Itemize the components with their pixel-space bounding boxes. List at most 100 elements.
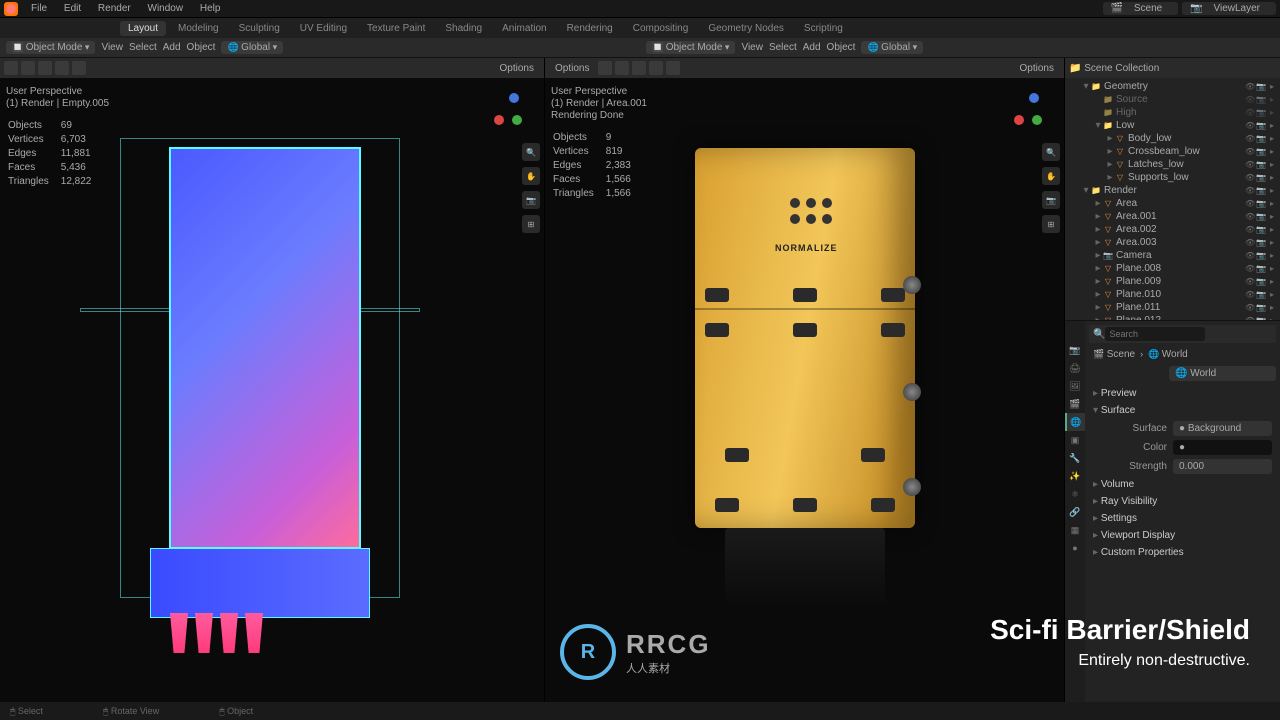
move-tool-icon[interactable] [632,61,646,75]
tab-scene-icon[interactable]: 🎬 [1065,395,1085,413]
menu-object-left[interactable]: Object [187,42,216,53]
scene-selector[interactable]: 🎬 Scene [1103,2,1179,15]
tree-row[interactable]: ▸▽Plane.011👁📷▸ [1065,301,1280,314]
tab-output-icon[interactable]: 🖨 [1065,359,1085,377]
tab-layout[interactable]: Layout [120,21,166,36]
panel-ray-visibility[interactable]: Ray Visibility [1093,493,1272,510]
tab-material-icon[interactable]: ● [1065,539,1085,557]
world-datablock[interactable]: 🌐 World [1169,366,1276,381]
tab-world-icon[interactable]: 🌐 [1065,413,1085,431]
menu-help[interactable]: Help [193,3,228,14]
tree-row[interactable]: ▸▽Area👁📷▸ [1065,197,1280,210]
pan-tool-icon[interactable]: ✋ [522,167,540,185]
nav-gizmo-left[interactable] [494,93,534,133]
panel-volume[interactable]: Volume [1093,476,1272,493]
tab-data-icon[interactable]: ▦ [1065,521,1085,539]
color-field[interactable]: ● [1173,440,1272,455]
select-tool-icon[interactable] [21,61,35,75]
zoom-tool-icon[interactable]: 🔍 [1042,143,1060,161]
tree-row[interactable]: ▸▽Plane.009👁📷▸ [1065,275,1280,288]
tab-animation[interactable]: Animation [494,21,554,36]
axis-z-icon[interactable] [1029,93,1039,103]
axis-x-icon[interactable] [494,115,504,125]
tab-modifier-icon[interactable]: 🔧 [1065,449,1085,467]
mode-dropdown-left[interactable]: 🔲 Object Mode ▾ [6,41,95,54]
panel-preview[interactable]: Preview [1093,385,1272,402]
cursor-tool-icon[interactable] [598,61,612,75]
menu-add-right[interactable]: Add [803,42,821,53]
tab-object-icon[interactable]: ▣ [1065,431,1085,449]
nav-gizmo-right[interactable] [1014,93,1054,133]
menu-select-left[interactable]: Select [129,42,157,53]
tree-row[interactable]: ▸▽Supports_low👁📷▸ [1065,171,1280,184]
tab-physics-icon[interactable]: ⚛ [1065,485,1085,503]
panel-surface[interactable]: Surface [1093,402,1272,419]
tab-render-icon[interactable]: 📷 [1065,341,1085,359]
scale-tool-icon[interactable] [666,61,680,75]
tab-particle-icon[interactable]: ✨ [1065,467,1085,485]
tab-geometry-nodes[interactable]: Geometry Nodes [700,21,792,36]
tree-row[interactable]: ▸▽Area.002👁📷▸ [1065,223,1280,236]
menu-window[interactable]: Window [141,3,191,14]
pan-tool-icon[interactable]: ✋ [1042,167,1060,185]
rotate-tool-icon[interactable] [649,61,663,75]
persp-tool-icon[interactable]: ⊞ [522,215,540,233]
axis-y-icon[interactable] [1032,115,1042,125]
menu-render[interactable]: Render [91,3,138,14]
select-tool-icon[interactable] [615,61,629,75]
tab-rendering[interactable]: Rendering [559,21,621,36]
panel-viewport-display[interactable]: Viewport Display [1093,527,1272,544]
properties-search-input[interactable] [1105,327,1205,341]
tab-shading[interactable]: Shading [437,21,490,36]
options-dropdown-left[interactable]: Options [494,61,540,76]
tree-row[interactable]: 📁Source👁📷▸ [1065,93,1280,106]
menu-select-right[interactable]: Select [769,42,797,53]
tab-constraint-icon[interactable]: 🔗 [1065,503,1085,521]
tree-row[interactable]: ▾📁Render👁📷▸ [1065,184,1280,197]
tab-scripting[interactable]: Scripting [796,21,851,36]
tree-row[interactable]: ▸▽Body_low👁📷▸ [1065,132,1280,145]
tree-row[interactable]: ▸▽Latches_low👁📷▸ [1065,158,1280,171]
tab-modeling[interactable]: Modeling [170,21,227,36]
panel-custom-properties[interactable]: Custom Properties [1093,544,1272,561]
menu-add-left[interactable]: Add [163,42,181,53]
tab-sculpting[interactable]: Sculpting [231,21,288,36]
tree-row[interactable]: ▾📁Geometry👁📷▸ [1065,80,1280,93]
tree-row[interactable]: ▸▽Plane.010👁📷▸ [1065,288,1280,301]
orientation-left[interactable]: 🌐 Global ▾ [221,41,283,54]
menu-edit[interactable]: Edit [57,3,88,14]
axis-y-icon[interactable] [512,115,522,125]
menu-file[interactable]: File [24,3,54,14]
viewlayer-selector[interactable]: 📷 ViewLayer [1182,2,1276,15]
viewport-right[interactable]: Options Options User Perspective (1) Ren… [545,58,1065,702]
tab-compositing[interactable]: Compositing [625,21,697,36]
surface-shader-dropdown[interactable]: ● Background [1173,421,1272,436]
menu-view-right[interactable]: View [741,42,763,53]
tree-row[interactable]: 📁High👁📷▸ [1065,106,1280,119]
camera-tool-icon[interactable]: 📷 [522,191,540,209]
tree-row[interactable]: ▸▽Area.003👁📷▸ [1065,236,1280,249]
tab-uv[interactable]: UV Editing [292,21,355,36]
menu-object-right[interactable]: Object [827,42,856,53]
panel-settings[interactable]: Settings [1093,510,1272,527]
viewport-left[interactable]: Options User Perspective (1) Render | Em… [0,58,545,702]
tree-row[interactable]: ▸▽Plane.008👁📷▸ [1065,262,1280,275]
menu-view-left[interactable]: View [101,42,123,53]
tab-texture[interactable]: Texture Paint [359,21,433,36]
zoom-tool-icon[interactable]: 🔍 [522,143,540,161]
tree-row[interactable]: ▸▽Crossbeam_low👁📷▸ [1065,145,1280,158]
options-dropdown-right[interactable]: Options [1014,61,1060,76]
move-tool-icon[interactable] [38,61,52,75]
rotate-tool-icon[interactable] [55,61,69,75]
tree-row[interactable]: ▸▽Area.001👁📷▸ [1065,210,1280,223]
options-dropdown-mid[interactable]: Options [549,61,595,76]
axis-z-icon[interactable] [509,93,519,103]
persp-tool-icon[interactable]: ⊞ [1042,215,1060,233]
camera-tool-icon[interactable]: 📷 [1042,191,1060,209]
axis-x-icon[interactable] [1014,115,1024,125]
tree-row[interactable]: ▾📁Low👁📷▸ [1065,119,1280,132]
mode-dropdown-right[interactable]: 🔲 Object Mode ▾ [646,41,735,54]
tree-row[interactable]: ▸📷Camera👁📷▸ [1065,249,1280,262]
cursor-tool-icon[interactable] [4,61,18,75]
strength-field[interactable]: 0.000 [1173,459,1272,474]
